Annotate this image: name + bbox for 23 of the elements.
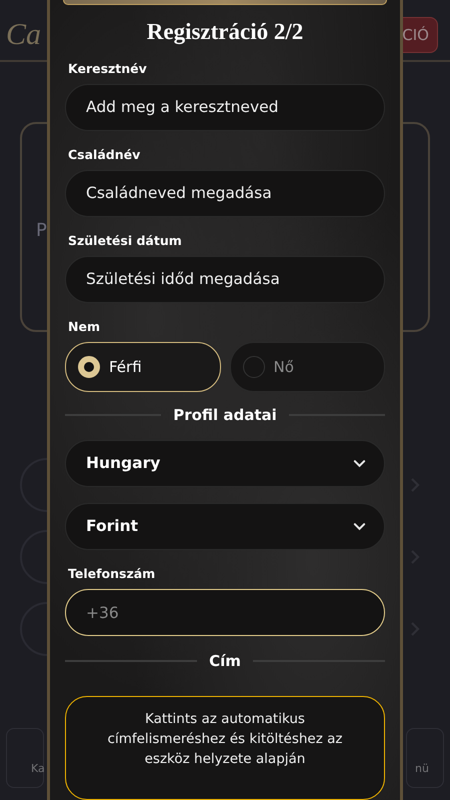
input-field[interactable]: Családneved megadása: [65, 170, 385, 217]
input-field[interactable]: Add meg a keresztneved: [65, 84, 385, 131]
card-label: P: [36, 220, 47, 241]
input-field[interactable]: Születési időd megadása: [65, 256, 385, 303]
field-label: Nem: [68, 318, 101, 335]
field-label: Keresztnév: [68, 60, 148, 77]
logo-text: Ca: [6, 18, 42, 52]
chevron-down-icon: [353, 522, 366, 531]
gender-option[interactable]: Nő: [230, 342, 385, 392]
phone-field[interactable]: +36: [65, 588, 385, 636]
radio-icon: [78, 356, 100, 378]
chevron-down-icon: [353, 458, 366, 468]
radio-icon: [242, 356, 264, 378]
dropdown[interactable]: Hungary: [65, 440, 385, 487]
field-label: Telefonszám: [68, 566, 156, 582]
gender-option[interactable]: Férfi: [65, 342, 220, 392]
dialog-title: Regisztráció 2/2: [146, 18, 304, 45]
section-heading: Cím: [209, 652, 241, 670]
auto-address-button[interactable]: Kattints az automatikus címfelismeréshez és kitöltéshez az eszköz helyzete alapján: [65, 696, 385, 800]
field-label: Családnév: [68, 146, 142, 163]
dropdown[interactable]: Forint: [65, 502, 385, 550]
section-heading: Profil adatai: [173, 406, 277, 424]
field-label: Születési dátum: [68, 232, 183, 249]
